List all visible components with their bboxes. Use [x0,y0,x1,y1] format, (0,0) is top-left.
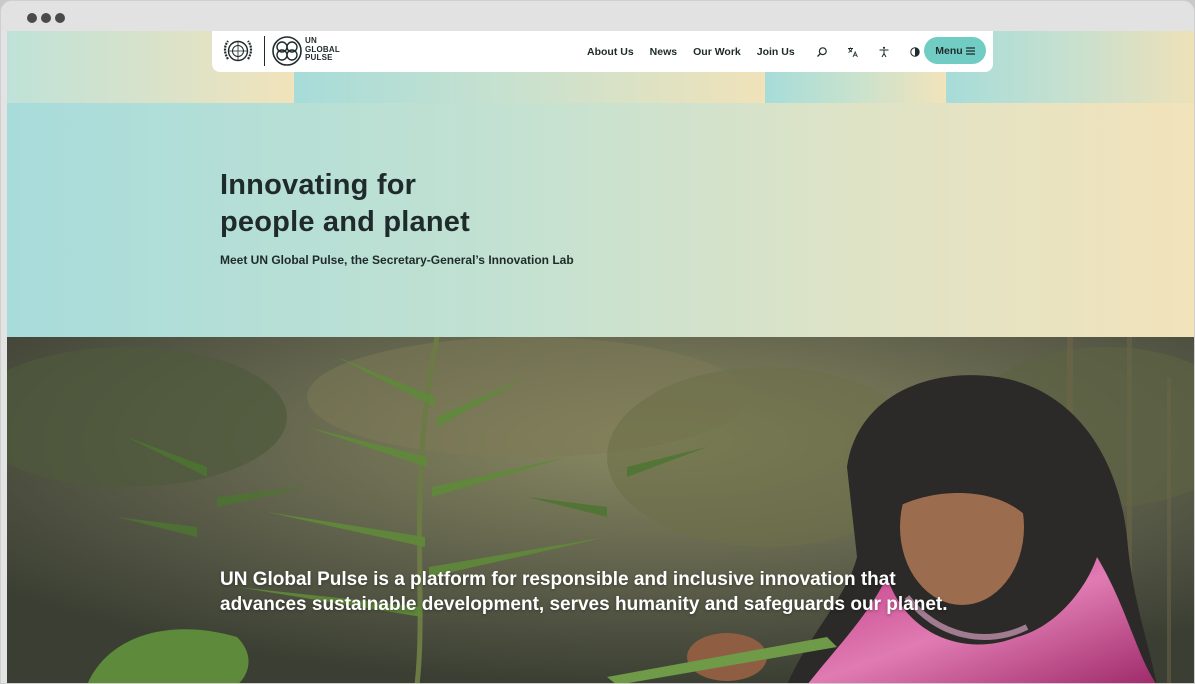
window-dot-maximize[interactable] [55,13,65,23]
accessibility-icon[interactable] [877,45,891,59]
hero-title: Innovating for people and planet [220,167,470,241]
nav-link-news[interactable]: News [650,46,677,58]
brand-wordmark[interactable]: UN GLOBAL PULSE [305,36,340,63]
hero-section: Innovating for people and planet Meet UN… [7,103,1194,337]
window-controls [27,13,65,23]
theme-icon[interactable] [908,45,922,59]
window-dot-close[interactable] [27,13,37,23]
nav-link-our-work[interactable]: Our Work [693,46,741,58]
translate-icon[interactable] [846,45,860,59]
main-nav: About Us News Our Work Join Us [587,31,939,72]
search-icon[interactable] [815,45,829,59]
global-pulse-logo-icon[interactable] [271,35,303,67]
hero-title-line: people and planet [220,206,470,238]
statement-line: UN Global Pulse is a platform for respon… [220,569,896,590]
statement-line: advances sustainable development, serves… [220,594,948,615]
site-header: UN GLOBAL PULSE About Us News Our Work J… [212,31,993,72]
woman-in-garden-photo [7,337,1194,683]
hamburger-icon [965,46,975,55]
browser-chrome [1,1,1194,31]
feature-photo-section: UN Global Pulse is a platform for respon… [7,337,1194,683]
logo-divider [264,36,265,66]
nav-link-about-us[interactable]: About Us [587,46,634,58]
un-emblem-icon[interactable] [222,35,254,67]
web-page: UN GLOBAL PULSE About Us News Our Work J… [7,31,1194,683]
hero-title-line: Innovating for [220,169,417,201]
feature-statement: UN Global Pulse is a platform for respon… [220,567,1020,617]
brand-line: PULSE [305,53,333,62]
browser-window: UN GLOBAL PULSE About Us News Our Work J… [0,0,1195,684]
hero-subtitle: Meet UN Global Pulse, the Secretary-Gene… [220,253,574,267]
nav-link-join-us[interactable]: Join Us [757,46,795,58]
menu-button-label: Menu [935,44,963,57]
window-dot-minimize[interactable] [41,13,51,23]
menu-button[interactable]: Menu [924,37,986,64]
